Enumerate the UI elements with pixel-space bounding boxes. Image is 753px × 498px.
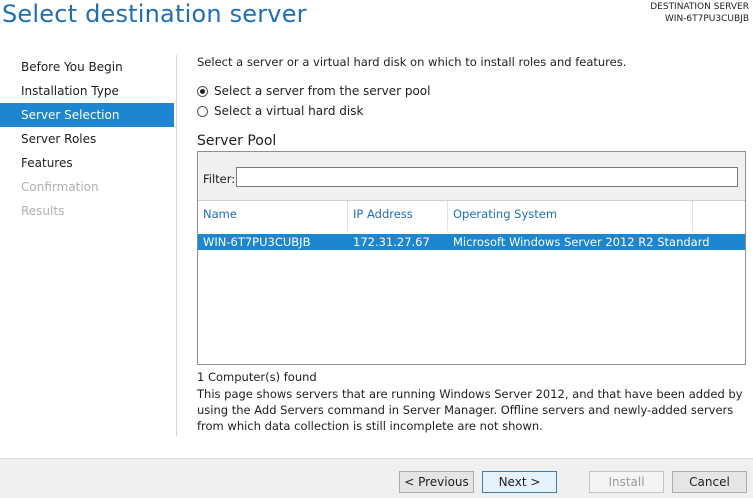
table-row[interactable]: WIN-6T7PU3CUBJB 172.31.27.67 Microsoft W… xyxy=(198,234,745,250)
destination-server-info: DESTINATION SERVER WIN-6T7PU3CUBJB xyxy=(650,1,749,25)
filter-label: Filter: xyxy=(203,172,236,186)
next-button[interactable]: Next > xyxy=(482,471,557,493)
row-ip-address: 172.31.27.67 xyxy=(353,235,430,249)
destination-server-label: DESTINATION SERVER xyxy=(650,2,749,12)
column-header-operating-system[interactable]: Operating System xyxy=(448,201,693,231)
sidebar-item-installation-type[interactable]: Installation Type xyxy=(0,79,174,103)
row-operating-system: Microsoft Windows Server 2012 R2 Standar… xyxy=(453,235,710,249)
sidebar-item-before-you-begin[interactable]: Before You Begin xyxy=(0,55,174,79)
sidebar-divider xyxy=(176,55,177,436)
filter-bar: Filter: xyxy=(198,152,745,201)
install-button: Install xyxy=(589,471,664,493)
radio-virtual-hard-disk[interactable]: Select a virtual hard disk xyxy=(197,102,363,120)
cancel-button[interactable]: Cancel xyxy=(672,471,747,493)
page-title: Select destination server xyxy=(2,0,307,28)
radio-server-pool-label: Select a server from the server pool xyxy=(214,84,431,98)
computers-found-count: 1 Computer(s) found xyxy=(197,370,317,384)
sidebar-item-results: Results xyxy=(21,204,65,218)
sidebar-item-server-roles[interactable]: Server Roles xyxy=(0,127,174,151)
server-pool-heading: Server Pool xyxy=(197,133,277,149)
sidebar-item-confirmation: Confirmation xyxy=(21,180,99,194)
intro-text: Select a server or a virtual hard disk o… xyxy=(197,55,627,69)
wizard-steps-sidebar: Before You Begin Installation Type Serve… xyxy=(0,55,176,223)
radio-checked-icon[interactable] xyxy=(197,85,208,97)
sidebar-item-features[interactable]: Features xyxy=(0,151,174,175)
row-name: WIN-6T7PU3CUBJB xyxy=(203,235,311,249)
column-header-ip-address[interactable]: IP Address xyxy=(348,201,448,231)
sidebar-item-server-selection[interactable]: Server Selection xyxy=(0,103,174,127)
column-headers: Name IP Address Operating System xyxy=(198,201,745,231)
column-header-name[interactable]: Name xyxy=(198,201,348,231)
description-text: This page shows servers that are running… xyxy=(197,387,743,433)
radio-virtual-hard-disk-label: Select a virtual hard disk xyxy=(214,104,364,118)
server-pool-table: Filter: Name IP Address Operating System… xyxy=(197,151,746,365)
radio-server-pool[interactable]: Select a server from the server pool xyxy=(197,82,431,100)
filter-input[interactable] xyxy=(236,167,738,187)
destination-server-name: WIN-6T7PU3CUBJB xyxy=(664,14,749,24)
previous-button[interactable]: < Previous xyxy=(399,471,474,493)
wizard-footer: < Previous Next > Install Cancel xyxy=(0,458,753,498)
radio-unchecked-icon[interactable] xyxy=(197,105,208,117)
